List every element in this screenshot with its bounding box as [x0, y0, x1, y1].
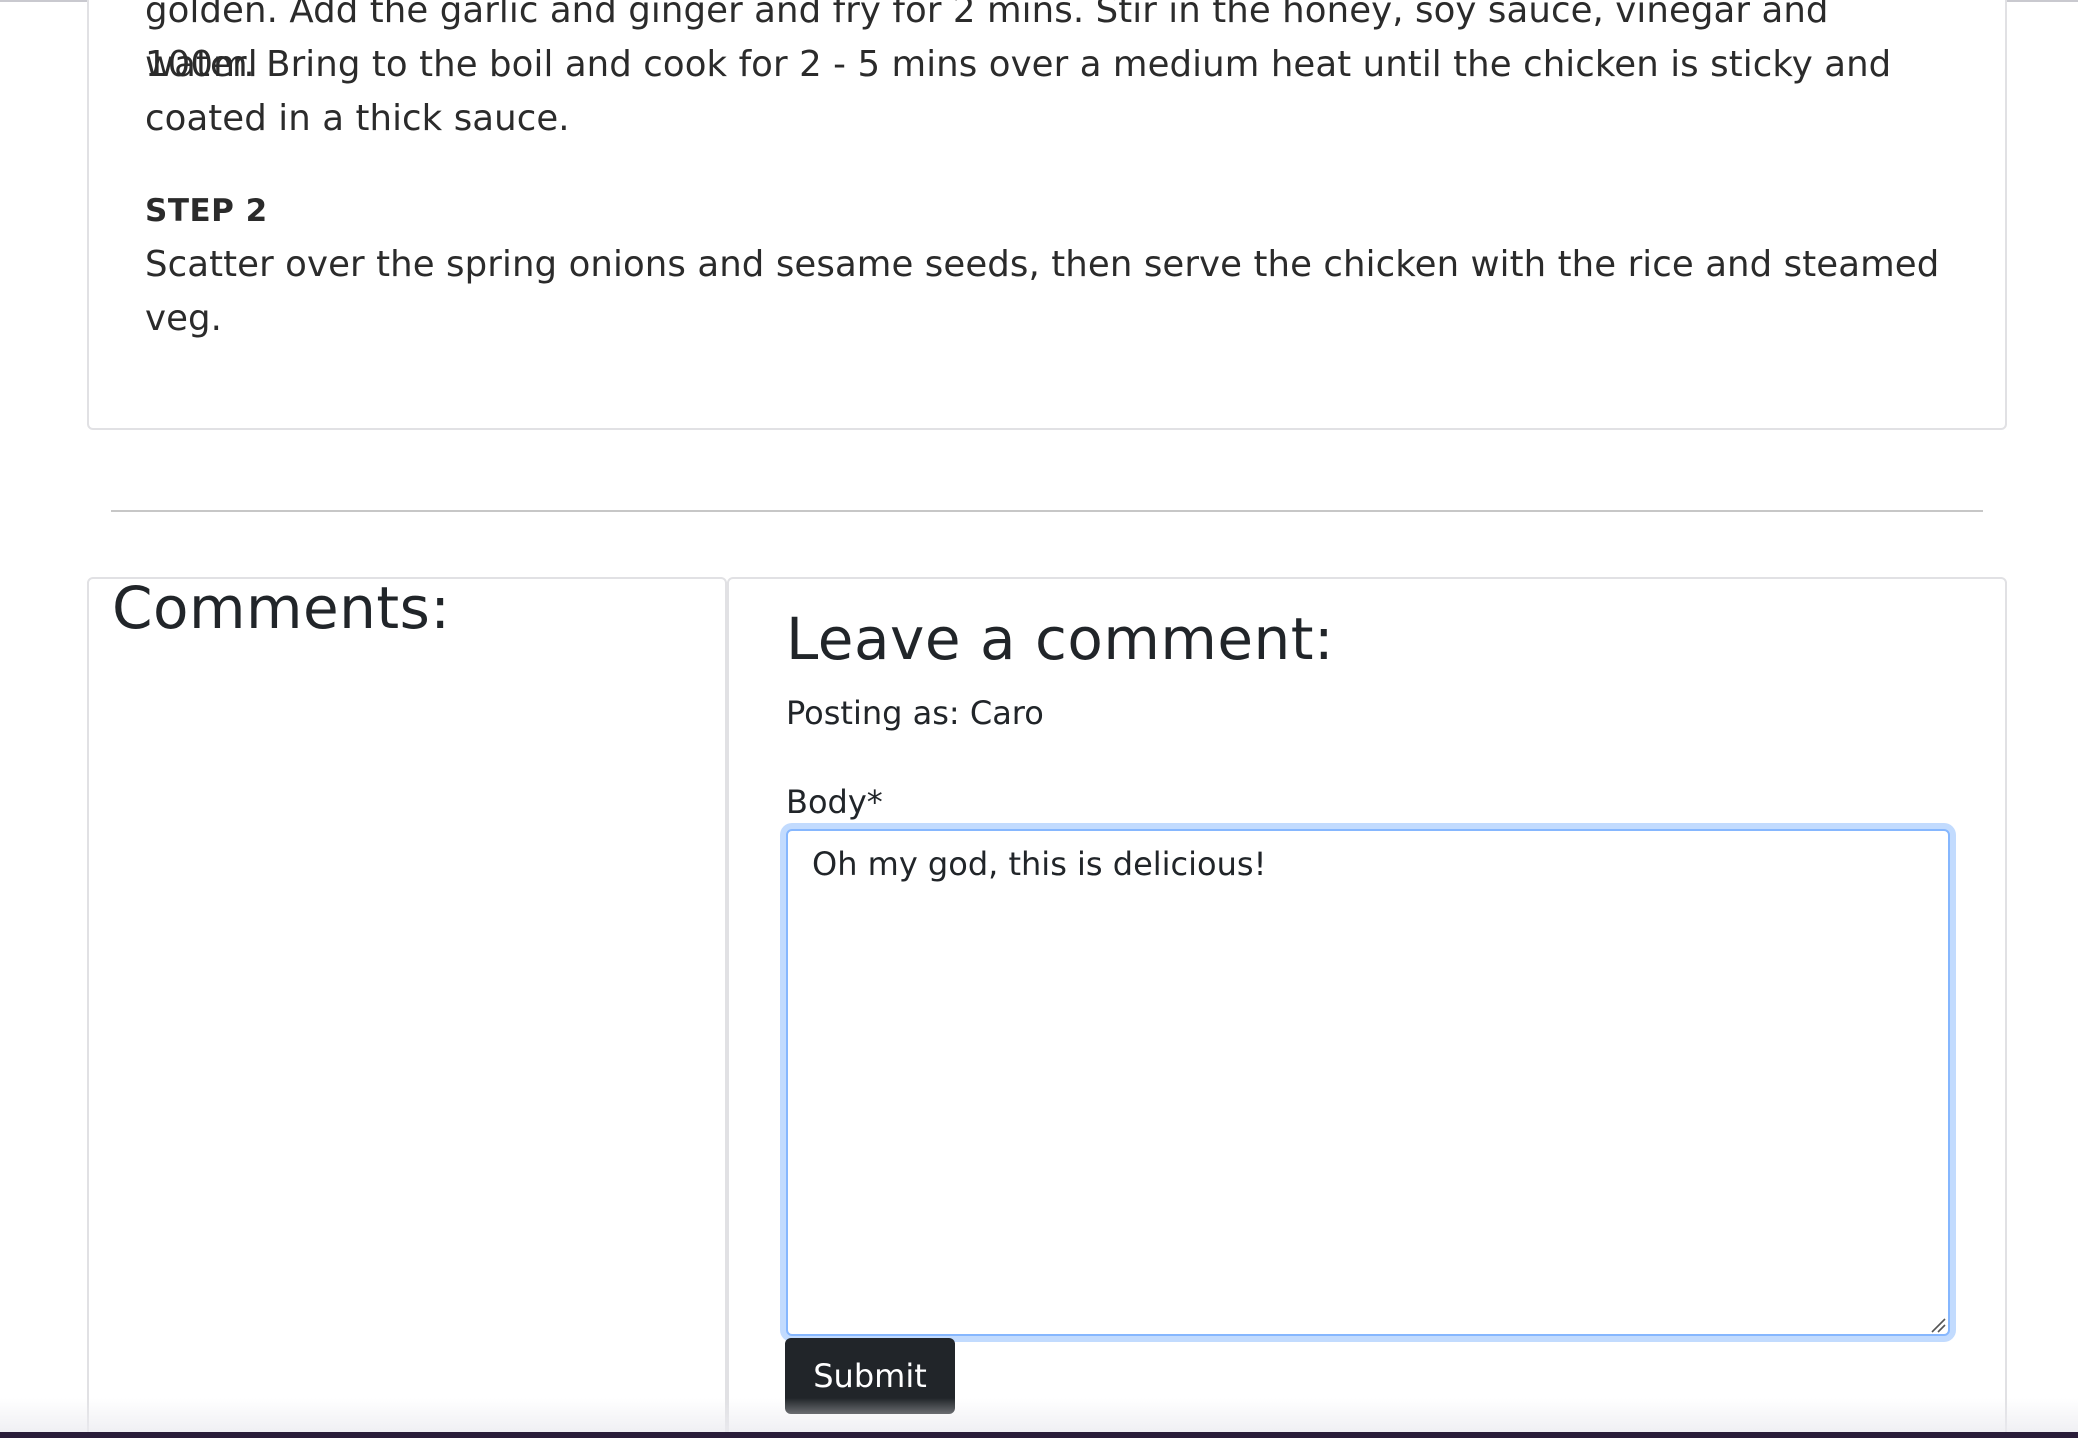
posting-as-text: Posting as: Caro	[786, 694, 1044, 732]
step2-text-line-1: Scatter over the spring onions and sesam…	[145, 244, 1940, 285]
comment-body-textarea[interactable]	[786, 829, 1950, 1336]
section-divider	[111, 510, 1983, 512]
body-label: Body*	[786, 783, 883, 821]
window-bottom-edge	[0, 1432, 2078, 1438]
comments-panel	[87, 577, 727, 1438]
step1-text-line-2: water. Bring to the boil and cook for 2 …	[145, 44, 1892, 85]
step1-text-line-3: coated in a thick sauce.	[145, 98, 570, 139]
comments-heading: Comments:	[112, 574, 451, 642]
page-viewport: golden. Add the garlic and ginger and fr…	[0, 0, 2078, 1438]
step2-text-line-2: veg.	[145, 298, 223, 339]
comment-form-heading: Leave a comment:	[786, 605, 1335, 673]
resize-grip-icon[interactable]	[1930, 1317, 1946, 1333]
step2-heading: STEP 2	[145, 193, 268, 229]
